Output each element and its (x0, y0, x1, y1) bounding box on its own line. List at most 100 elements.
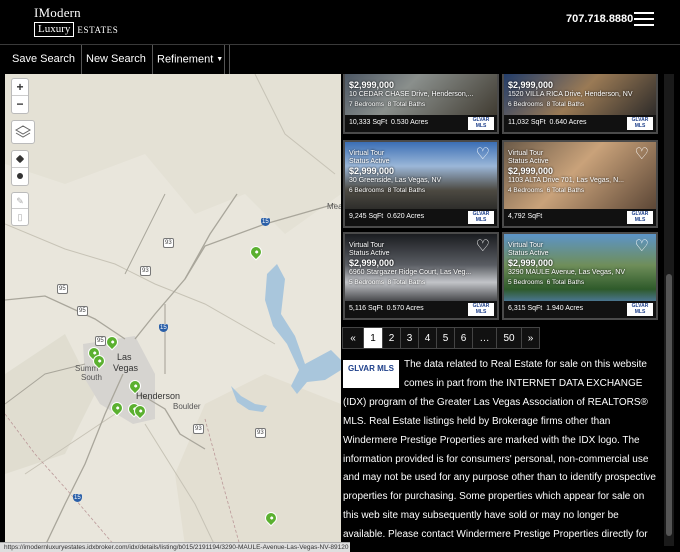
listing-price: $2,999,000 (508, 80, 554, 90)
circle-draw-button[interactable] (12, 168, 28, 185)
listing-baths: 6 Total Baths (546, 279, 585, 286)
listing-size: 6,315 SqFt 1.940 Acres (508, 305, 583, 312)
page-6-button[interactable]: 6 (454, 327, 473, 349)
map-label-henderson: Henderson (136, 391, 181, 401)
listing-beds-baths: 5 Bedrooms 6 Total Baths (508, 279, 584, 286)
mls-badge: GLVAR MLS (627, 211, 653, 224)
layers-button[interactable] (11, 120, 35, 144)
listing-beds: 6 Bedrooms (508, 101, 544, 108)
listing-grid: $2,999,000 10 CEDAR CHASE Drive, Henderso… (341, 74, 663, 324)
scrollbar-thumb[interactable] (666, 274, 672, 536)
edit-shape-button[interactable]: ✎ (12, 193, 28, 209)
listing-size: 4,792 SqFt (508, 213, 546, 220)
edit-tools: ✎ ▯ (11, 192, 29, 226)
listing-footer: 5,116 SqFt 0.570 Acres GLVAR MLS (345, 301, 497, 318)
page-prev-button[interactable]: « (342, 327, 364, 349)
listing-address[interactable]: 3290 MAULE Avenue, Las Vegas, NV (508, 269, 625, 276)
refinement-label: Refinement (157, 53, 214, 66)
status-tag: Status Active (508, 250, 549, 257)
listing-size: 11,032 SqFt 0.640 Acres (508, 119, 586, 126)
listing-price: $2,999,000 (508, 258, 554, 268)
listing-acres: 0.620 Acres (387, 213, 425, 220)
trash-icon: ▯ (17, 212, 23, 222)
page-2-button[interactable]: 2 (382, 327, 401, 349)
listing-price: $2,999,000 (349, 166, 395, 176)
listing-card[interactable]: Virtual Tour Status Active ♡ $2,999,000 3290… (502, 232, 658, 320)
route-shield-95a: 95 (57, 284, 68, 294)
route-shield-i15-north: 15 (261, 218, 270, 226)
listing-address[interactable]: 1103 ALTA Drive 701, Las Vegas, N... (508, 177, 624, 184)
listing-sqft: 9,245 SqFt (349, 213, 384, 220)
listing-size: 9,245 SqFt 0.620 Acres (349, 213, 424, 220)
route-shield-95b: 95 (77, 306, 88, 316)
listing-card[interactable]: Virtual Tour Status Active ♡ $2,999,000 6960… (343, 232, 499, 320)
save-search-button[interactable]: Save Search (6, 45, 82, 74)
page-50-button[interactable]: 50 (496, 327, 522, 349)
listing-acres: 0.570 Acres (386, 305, 424, 312)
virtual-tour-tag[interactable]: Virtual Tour (349, 150, 389, 158)
logo-estates: ESTATES (77, 24, 119, 35)
page-next-button[interactable]: » (521, 327, 540, 349)
listing-card[interactable]: $2,999,000 10 CEDAR CHASE Drive, Henderso… (343, 74, 499, 134)
listing-sqft: 10,333 SqFt (349, 119, 388, 126)
listing-price: $2,999,000 (349, 258, 395, 268)
listing-address[interactable]: 30 Greenside, Las Vegas, NV (349, 177, 441, 184)
listing-card[interactable]: Virtual Tour Status Active ♡ $2,999,000 1103… (502, 140, 658, 228)
page-root: { "header": { "logo_line1": "IModern", "… (0, 0, 680, 552)
virtual-tour-tag[interactable]: Virtual Tour (508, 242, 548, 250)
listing-sqft: 11,032 SqFt (508, 119, 546, 126)
virtual-tour-tag[interactable]: Virtual Tour (349, 242, 389, 250)
refinement-dropdown[interactable]: Refinement ▼ (151, 45, 231, 74)
page-4-button[interactable]: 4 (418, 327, 437, 349)
hamburger-icon[interactable] (634, 12, 654, 26)
favorite-heart-icon[interactable]: ♡ (476, 147, 490, 163)
polygon-draw-button[interactable] (12, 151, 28, 168)
page-3-button[interactable]: 3 (400, 327, 419, 349)
listing-tags: Virtual Tour Status Active (349, 242, 389, 258)
listing-beds: 5 Bedrooms (349, 279, 385, 286)
favorite-heart-icon[interactable]: ♡ (476, 239, 490, 255)
listing-sqft: 6,315 SqFt (508, 305, 543, 312)
mls-badge: GLVAR MLS (468, 211, 494, 224)
route-shield-93a: 93 (163, 238, 174, 248)
glvar-mls-logo: GLVAR MLS (343, 360, 399, 388)
listing-tags: Virtual Tour Status Active (508, 150, 548, 166)
map-label-meadow: Meado (327, 202, 341, 211)
route-shield-i15-mid: 15 (159, 324, 168, 332)
listing-address[interactable]: 6960 Stargazer Ridge Court, Las Veg... (349, 269, 471, 276)
listing-address[interactable]: 1520 VILLA RICA Drive, Henderson, NV (508, 91, 633, 98)
listing-footer: 10,333 SqFt 0.530 Acres GLVAR MLS (345, 115, 497, 132)
zoom-in-button[interactable]: + (12, 79, 28, 96)
route-shield-93d: 93 (255, 428, 266, 438)
listing-card[interactable]: Virtual Tour Status Active ♡ $2,999,000 30 G… (343, 140, 499, 228)
route-shield-93c: 93 (193, 424, 204, 434)
phone-number[interactable]: 707.718.8880 (566, 13, 633, 25)
listing-baths: 8 Total Baths (546, 101, 585, 108)
page-ellipsis: … (472, 327, 497, 349)
listing-tags: Virtual Tour Status Active (508, 242, 548, 258)
page-1-button[interactable]: 1 (363, 327, 383, 349)
map-view[interactable]: Las Vegas Henderson Boulder Summ South M… (5, 74, 341, 546)
logo-luxury: Luxury (34, 22, 75, 37)
listing-baths: 8 Total Baths (387, 279, 426, 286)
status-tag: Status Active (349, 158, 390, 165)
virtual-tour-tag[interactable]: Virtual Tour (508, 150, 548, 158)
site-logo[interactable]: IModern Luxury ESTATES (34, 6, 118, 37)
favorite-heart-icon[interactable]: ♡ (635, 147, 649, 163)
listing-acres: 0.640 Acres (549, 119, 587, 126)
listing-beds-baths: 6 Bedrooms 8 Total Baths (508, 101, 584, 108)
listing-address[interactable]: 10 CEDAR CHASE Drive, Henderson,... (349, 91, 474, 98)
zoom-out-button[interactable]: − (12, 96, 28, 113)
status-tag: Status Active (508, 158, 549, 165)
search-toolbar: Save Search New Search Refinement ▼ (0, 44, 680, 74)
listing-beds: 7 Bedrooms (349, 101, 385, 108)
mls-badge: GLVAR MLS (627, 303, 653, 316)
listing-size: 5,116 SqFt 0.570 Acres (349, 305, 424, 312)
map-label-boulder: Boulder (173, 402, 201, 411)
delete-shape-button[interactable]: ▯ (12, 209, 28, 225)
favorite-heart-icon[interactable]: ♡ (635, 239, 649, 255)
listing-card[interactable]: $2,999,000 1520 VILLA RICA Drive, Henders… (502, 74, 658, 134)
new-search-button[interactable]: New Search (80, 45, 153, 74)
listing-size: 10,333 SqFt 0.530 Acres (349, 119, 428, 126)
page-5-button[interactable]: 5 (436, 327, 455, 349)
